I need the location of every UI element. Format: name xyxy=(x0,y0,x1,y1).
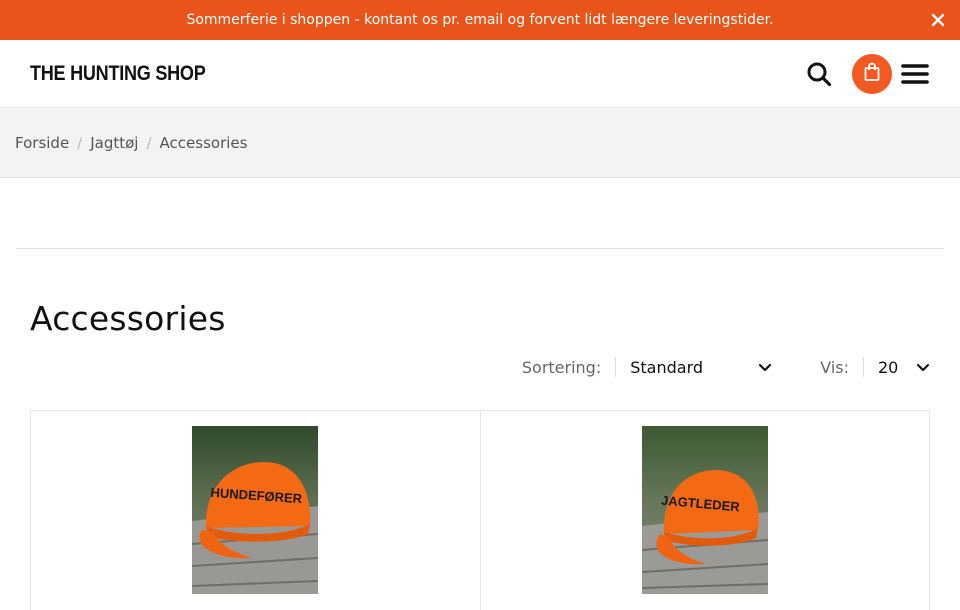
listing-toolbar: Sortering: Standard Vis: 20 xyxy=(522,348,930,386)
product-grid: HUNDEFØRER JAGTLEDER xyxy=(30,410,930,610)
site-header: THE HUNTING SHOP xyxy=(0,40,960,108)
page-title: Accessories xyxy=(30,299,226,338)
announcement-bar: Sommerferie i shoppen - kontant os pr. e… xyxy=(0,0,960,40)
close-icon[interactable] xyxy=(928,10,948,30)
breadcrumb-link-jagttoj[interactable]: Jagttøj xyxy=(90,134,138,152)
breadcrumb-separator: / xyxy=(77,133,83,152)
sort-select-value: Standard xyxy=(630,357,704,377)
cart-button[interactable] xyxy=(852,54,892,94)
announcement-text: Sommerferie i shoppen - kontant os pr. e… xyxy=(186,12,774,28)
sort-select[interactable]: Standard xyxy=(630,358,772,377)
site-logo[interactable]: THE HUNTING SHOP xyxy=(30,62,206,86)
show-label: Vis: xyxy=(820,357,849,377)
section-divider xyxy=(16,248,944,249)
per-page-value: 20 xyxy=(878,357,899,377)
per-page-select[interactable]: 20 xyxy=(878,358,930,377)
chevron-down-icon xyxy=(916,358,930,377)
breadcrumb-separator: / xyxy=(146,133,152,152)
product-image-cap[interactable]: HUNDEFØRER xyxy=(192,426,319,594)
search-icon[interactable] xyxy=(804,59,834,89)
shopping-bag-icon xyxy=(863,62,881,86)
sort-label: Sortering: xyxy=(521,357,602,377)
chevron-down-icon xyxy=(758,358,772,377)
product-image-cap[interactable]: JAGTLEDER xyxy=(641,426,768,594)
product-card[interactable]: HUNDEFØRER xyxy=(31,411,480,610)
header-actions xyxy=(804,40,930,108)
breadcrumb-current: Accessories xyxy=(159,133,248,152)
product-card[interactable]: JAGTLEDER xyxy=(479,411,930,610)
breadcrumb-link-home[interactable]: Forside xyxy=(15,134,69,152)
breadcrumb: Forside / Jagttøj / Accessories xyxy=(0,108,960,178)
hamburger-menu-icon[interactable] xyxy=(900,59,930,89)
toolbar-separator xyxy=(615,357,617,377)
toolbar-separator xyxy=(863,357,864,377)
